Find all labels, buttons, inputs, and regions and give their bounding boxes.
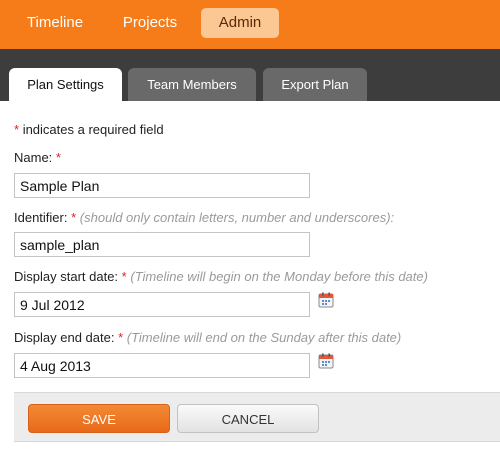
save-button[interactable]: SAVE [28, 404, 170, 433]
required-star: * [118, 330, 124, 345]
tab-team-members[interactable]: Team Members [128, 68, 256, 101]
cancel-button[interactable]: CANCEL [177, 404, 319, 433]
required-star: * [71, 210, 77, 225]
start-date-input[interactable] [14, 292, 310, 317]
nav-timeline[interactable]: Timeline [14, 8, 96, 38]
calendar-icon[interactable] [318, 353, 334, 369]
name-label: Name: * [14, 150, 61, 166]
start-date-label-text: Display start date: [14, 269, 119, 284]
identifier-label: Identifier: * (should only contain lette… [14, 210, 394, 226]
nav-projects[interactable]: Projects [110, 8, 190, 38]
form-actions: SAVE CANCEL [14, 392, 500, 442]
identifier-hint: (should only contain letters, number and… [79, 210, 395, 225]
required-star: * [14, 122, 20, 137]
end-date-hint: (Timeline will end on the Sunday after t… [126, 330, 402, 345]
identifier-label-text: Identifier: [14, 210, 68, 225]
required-star: * [55, 150, 61, 165]
end-date-label-text: Display end date: [14, 330, 115, 345]
name-label-text: Name: [14, 150, 53, 165]
nav-admin[interactable]: Admin [201, 8, 279, 38]
name-input[interactable] [14, 173, 310, 198]
required-note: * indicates a required field [14, 122, 164, 138]
tab-plan-settings[interactable]: Plan Settings [9, 68, 122, 101]
top-nav: Timeline Projects Admin [0, 0, 500, 49]
tab-bar: Plan Settings Team Members Export Plan [0, 49, 500, 101]
end-date-label: Display end date: * (Timeline will end o… [14, 330, 401, 346]
calendar-icon[interactable] [318, 292, 334, 308]
identifier-input[interactable] [14, 232, 310, 257]
tab-export-plan[interactable]: Export Plan [263, 68, 367, 101]
start-date-label: Display start date: * (Timeline will beg… [14, 269, 428, 285]
required-note-text: indicates a required field [22, 122, 164, 137]
end-date-input[interactable] [14, 353, 310, 378]
required-star: * [121, 269, 127, 284]
start-date-hint: (Timeline will begin on the Monday befor… [130, 269, 428, 284]
